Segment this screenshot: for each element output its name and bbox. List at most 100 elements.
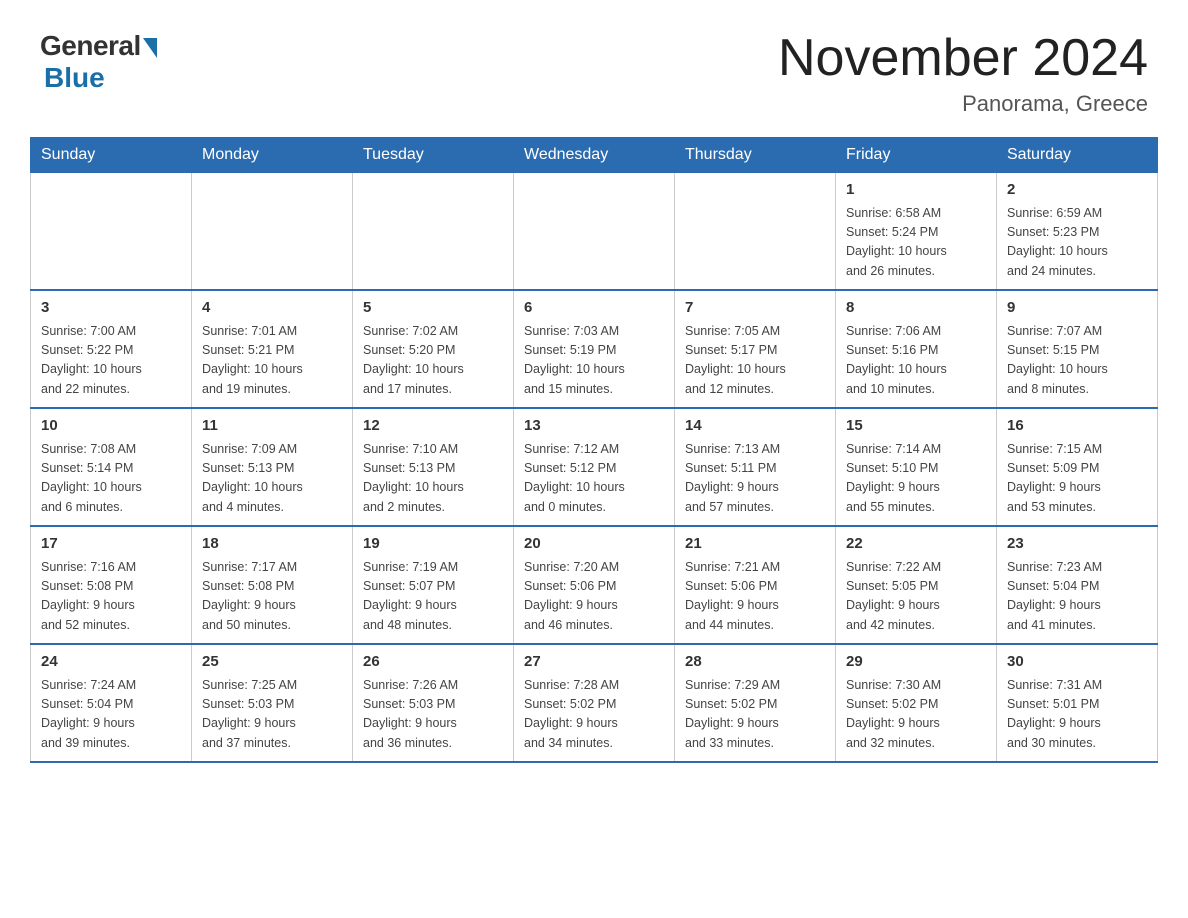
day-info: Sunrise: 6:58 AMSunset: 5:24 PMDaylight:…	[846, 204, 986, 282]
calendar-cell: 6Sunrise: 7:03 AMSunset: 5:19 PMDaylight…	[514, 290, 675, 408]
day-info: Sunrise: 7:16 AMSunset: 5:08 PMDaylight:…	[41, 558, 181, 636]
calendar-cell: 7Sunrise: 7:05 AMSunset: 5:17 PMDaylight…	[675, 290, 836, 408]
day-number: 26	[363, 651, 503, 674]
calendar-cell	[675, 173, 836, 291]
day-number: 21	[685, 533, 825, 556]
page-header: General Blue November 2024 Panorama, Gre…	[20, 20, 1168, 117]
day-info: Sunrise: 7:19 AMSunset: 5:07 PMDaylight:…	[363, 558, 503, 636]
day-info: Sunrise: 7:30 AMSunset: 5:02 PMDaylight:…	[846, 676, 986, 754]
calendar-cell: 25Sunrise: 7:25 AMSunset: 5:03 PMDayligh…	[192, 644, 353, 762]
calendar-cell: 24Sunrise: 7:24 AMSunset: 5:04 PMDayligh…	[31, 644, 192, 762]
month-year-title: November 2024	[778, 30, 1148, 87]
day-number: 27	[524, 651, 664, 674]
day-number: 25	[202, 651, 342, 674]
day-info: Sunrise: 7:12 AMSunset: 5:12 PMDaylight:…	[524, 440, 664, 518]
calendar-cell: 19Sunrise: 7:19 AMSunset: 5:07 PMDayligh…	[353, 526, 514, 644]
calendar-cell: 9Sunrise: 7:07 AMSunset: 5:15 PMDaylight…	[997, 290, 1158, 408]
calendar-cell: 20Sunrise: 7:20 AMSunset: 5:06 PMDayligh…	[514, 526, 675, 644]
calendar-cell: 16Sunrise: 7:15 AMSunset: 5:09 PMDayligh…	[997, 408, 1158, 526]
day-info: Sunrise: 7:22 AMSunset: 5:05 PMDaylight:…	[846, 558, 986, 636]
day-number: 29	[846, 651, 986, 674]
calendar-cell: 15Sunrise: 7:14 AMSunset: 5:10 PMDayligh…	[836, 408, 997, 526]
calendar-cell: 29Sunrise: 7:30 AMSunset: 5:02 PMDayligh…	[836, 644, 997, 762]
calendar-cell	[31, 173, 192, 291]
title-section: November 2024 Panorama, Greece	[778, 30, 1148, 117]
day-number: 15	[846, 415, 986, 438]
day-info: Sunrise: 7:31 AMSunset: 5:01 PMDaylight:…	[1007, 676, 1147, 754]
week-row-5: 24Sunrise: 7:24 AMSunset: 5:04 PMDayligh…	[31, 644, 1158, 762]
calendar-cell	[192, 173, 353, 291]
day-number: 16	[1007, 415, 1147, 438]
week-row-1: 1Sunrise: 6:58 AMSunset: 5:24 PMDaylight…	[31, 173, 1158, 291]
day-info: Sunrise: 7:13 AMSunset: 5:11 PMDaylight:…	[685, 440, 825, 518]
day-number: 9	[1007, 297, 1147, 320]
calendar-cell: 3Sunrise: 7:00 AMSunset: 5:22 PMDaylight…	[31, 290, 192, 408]
day-info: Sunrise: 7:28 AMSunset: 5:02 PMDaylight:…	[524, 676, 664, 754]
logo-blue-text: Blue	[44, 62, 105, 94]
day-number: 2	[1007, 179, 1147, 202]
day-number: 5	[363, 297, 503, 320]
calendar-cell: 17Sunrise: 7:16 AMSunset: 5:08 PMDayligh…	[31, 526, 192, 644]
calendar-cell: 2Sunrise: 6:59 AMSunset: 5:23 PMDaylight…	[997, 173, 1158, 291]
day-info: Sunrise: 7:17 AMSunset: 5:08 PMDaylight:…	[202, 558, 342, 636]
location-text: Panorama, Greece	[778, 91, 1148, 117]
calendar-cell: 12Sunrise: 7:10 AMSunset: 5:13 PMDayligh…	[353, 408, 514, 526]
calendar-cell: 1Sunrise: 6:58 AMSunset: 5:24 PMDaylight…	[836, 173, 997, 291]
day-number: 28	[685, 651, 825, 674]
day-info: Sunrise: 7:01 AMSunset: 5:21 PMDaylight:…	[202, 322, 342, 400]
calendar-cell: 14Sunrise: 7:13 AMSunset: 5:11 PMDayligh…	[675, 408, 836, 526]
calendar-cell: 10Sunrise: 7:08 AMSunset: 5:14 PMDayligh…	[31, 408, 192, 526]
day-info: Sunrise: 7:26 AMSunset: 5:03 PMDaylight:…	[363, 676, 503, 754]
logo: General Blue	[40, 30, 157, 94]
day-number: 7	[685, 297, 825, 320]
day-number: 8	[846, 297, 986, 320]
week-row-4: 17Sunrise: 7:16 AMSunset: 5:08 PMDayligh…	[31, 526, 1158, 644]
calendar-cell: 30Sunrise: 7:31 AMSunset: 5:01 PMDayligh…	[997, 644, 1158, 762]
day-info: Sunrise: 7:09 AMSunset: 5:13 PMDaylight:…	[202, 440, 342, 518]
day-number: 30	[1007, 651, 1147, 674]
day-number: 6	[524, 297, 664, 320]
day-info: Sunrise: 7:07 AMSunset: 5:15 PMDaylight:…	[1007, 322, 1147, 400]
weekday-header-friday: Friday	[836, 138, 997, 173]
week-row-2: 3Sunrise: 7:00 AMSunset: 5:22 PMDaylight…	[31, 290, 1158, 408]
day-info: Sunrise: 7:10 AMSunset: 5:13 PMDaylight:…	[363, 440, 503, 518]
weekday-header-tuesday: Tuesday	[353, 138, 514, 173]
calendar-cell: 23Sunrise: 7:23 AMSunset: 5:04 PMDayligh…	[997, 526, 1158, 644]
day-number: 22	[846, 533, 986, 556]
day-number: 24	[41, 651, 181, 674]
logo-arrow-icon	[143, 38, 157, 58]
weekday-header-saturday: Saturday	[997, 138, 1158, 173]
week-row-3: 10Sunrise: 7:08 AMSunset: 5:14 PMDayligh…	[31, 408, 1158, 526]
day-info: Sunrise: 7:02 AMSunset: 5:20 PMDaylight:…	[363, 322, 503, 400]
weekday-header-monday: Monday	[192, 138, 353, 173]
day-info: Sunrise: 7:25 AMSunset: 5:03 PMDaylight:…	[202, 676, 342, 754]
day-number: 4	[202, 297, 342, 320]
day-number: 1	[846, 179, 986, 202]
day-info: Sunrise: 7:24 AMSunset: 5:04 PMDaylight:…	[41, 676, 181, 754]
calendar-cell: 28Sunrise: 7:29 AMSunset: 5:02 PMDayligh…	[675, 644, 836, 762]
weekday-header-sunday: Sunday	[31, 138, 192, 173]
weekday-header-wednesday: Wednesday	[514, 138, 675, 173]
day-number: 23	[1007, 533, 1147, 556]
day-info: Sunrise: 7:20 AMSunset: 5:06 PMDaylight:…	[524, 558, 664, 636]
calendar-table: SundayMondayTuesdayWednesdayThursdayFrid…	[30, 137, 1158, 763]
day-info: Sunrise: 6:59 AMSunset: 5:23 PMDaylight:…	[1007, 204, 1147, 282]
day-number: 14	[685, 415, 825, 438]
day-number: 18	[202, 533, 342, 556]
day-info: Sunrise: 7:00 AMSunset: 5:22 PMDaylight:…	[41, 322, 181, 400]
day-info: Sunrise: 7:15 AMSunset: 5:09 PMDaylight:…	[1007, 440, 1147, 518]
weekday-header-row: SundayMondayTuesdayWednesdayThursdayFrid…	[31, 138, 1158, 173]
calendar-cell: 13Sunrise: 7:12 AMSunset: 5:12 PMDayligh…	[514, 408, 675, 526]
calendar-cell: 22Sunrise: 7:22 AMSunset: 5:05 PMDayligh…	[836, 526, 997, 644]
calendar-cell	[514, 173, 675, 291]
day-number: 10	[41, 415, 181, 438]
day-info: Sunrise: 7:21 AMSunset: 5:06 PMDaylight:…	[685, 558, 825, 636]
calendar-cell: 8Sunrise: 7:06 AMSunset: 5:16 PMDaylight…	[836, 290, 997, 408]
day-number: 11	[202, 415, 342, 438]
day-info: Sunrise: 7:14 AMSunset: 5:10 PMDaylight:…	[846, 440, 986, 518]
day-info: Sunrise: 7:03 AMSunset: 5:19 PMDaylight:…	[524, 322, 664, 400]
day-info: Sunrise: 7:29 AMSunset: 5:02 PMDaylight:…	[685, 676, 825, 754]
calendar-cell: 26Sunrise: 7:26 AMSunset: 5:03 PMDayligh…	[353, 644, 514, 762]
weekday-header-thursday: Thursday	[675, 138, 836, 173]
day-info: Sunrise: 7:23 AMSunset: 5:04 PMDaylight:…	[1007, 558, 1147, 636]
